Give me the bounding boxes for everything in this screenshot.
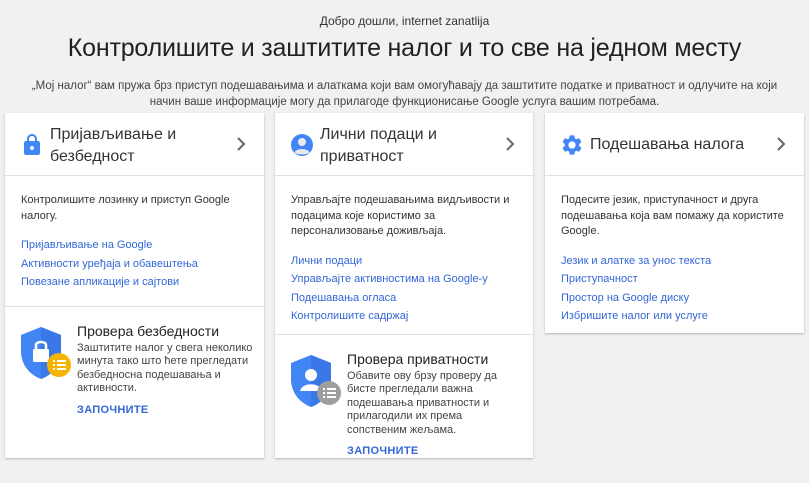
card-title: Подешавања налога	[590, 136, 745, 153]
welcome-text: Добро дошли, internet zanatlija	[319, 14, 490, 28]
personal-info-privacy-card: Лични подаци и приватност Управљајте под…	[275, 113, 533, 458]
card-title: Пријављивање и безбедност	[50, 126, 177, 165]
link-drive-storage[interactable]: Простор на Google диску	[561, 289, 788, 308]
card-description: Контролишите лозинку и приступ Google на…	[21, 194, 230, 222]
privacy-checkup-start-button[interactable]: ЗАПОЧНИТЕ	[347, 445, 419, 457]
link-device-activity[interactable]: Активности уређаја и обавештења	[21, 255, 248, 274]
security-checkup: Провера безбедности Заштитите налог у св…	[5, 307, 264, 455]
link-manage-activity[interactable]: Управљајте активностима на Google-у	[291, 270, 517, 289]
link-signin-google[interactable]: Пријављивање на Google	[21, 236, 248, 255]
person-icon	[291, 134, 313, 156]
account-preferences-card: Подешавања налога Подесите језик, присту…	[545, 113, 804, 333]
link-delete-account[interactable]: Избришите налог или услуге	[561, 307, 788, 326]
privacy-shield-icon	[291, 354, 341, 407]
page-title: Контролишите и заштитите налог и то све …	[67, 34, 742, 62]
account-preferences-card-header[interactable]: Подешавања налога	[545, 113, 804, 176]
card-description: Подесите језик, приступачност и друга по…	[561, 194, 784, 237]
signin-security-card-header[interactable]: Пријављивање и безбедност	[5, 113, 264, 176]
link-accessibility[interactable]: Приступачност	[561, 270, 788, 289]
link-language-input[interactable]: Језик и алатке за унос текста	[561, 252, 788, 271]
gear-icon	[562, 135, 582, 155]
link-connected-apps[interactable]: Повезане апликације и сајтови	[21, 273, 248, 292]
chevron-right-icon[interactable]	[503, 136, 517, 152]
signin-security-card: Пријављивање и безбедност Контролишите л…	[5, 113, 264, 458]
chevron-right-icon[interactable]	[774, 136, 788, 152]
card-title: Лични подаци и приватност	[320, 126, 437, 165]
privacy-checkup-title: Провера приватности	[347, 350, 489, 367]
lock-icon	[24, 134, 40, 155]
personal-info-card-header[interactable]: Лични подаци и приватност	[275, 113, 533, 176]
intro-text: „Мој налог“ вам пружа брз приступ подеша…	[31, 80, 778, 108]
security-shield-icon	[21, 326, 71, 379]
privacy-checkup: Провера приватности Обавите ову брзу про…	[275, 335, 533, 483]
privacy-checkup-description: Обавите ову брзу проверу да бисте прегле…	[347, 369, 497, 436]
chevron-right-icon[interactable]	[234, 136, 248, 152]
link-personal-info[interactable]: Лични подаци	[291, 252, 517, 271]
card-description: Управљајте подешавањима видљивости и под…	[291, 194, 510, 237]
link-ad-settings[interactable]: Подешавања огласа	[291, 289, 517, 308]
security-checkup-description: Заштитите налог у свега неколико минута …	[77, 341, 253, 395]
link-control-content[interactable]: Контролишите садржај	[291, 307, 517, 326]
security-checkup-title: Провера безбедности	[77, 322, 220, 339]
security-checkup-start-button[interactable]: ЗАПОЧНИТЕ	[77, 404, 149, 416]
